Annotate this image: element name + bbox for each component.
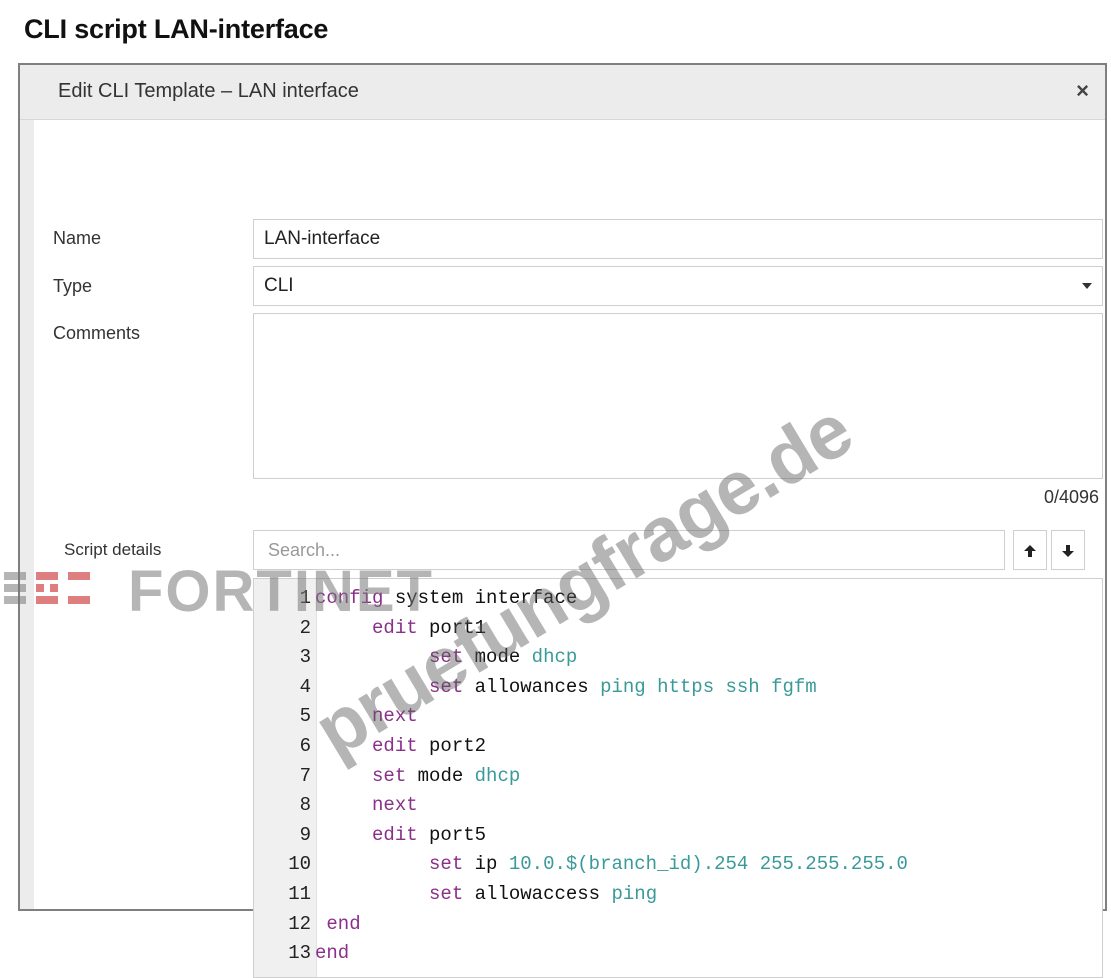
line-number: 6 — [299, 735, 311, 757]
line-number: 8 — [299, 794, 311, 817]
code-token: set — [372, 764, 407, 787]
code-token: system interface — [383, 587, 578, 609]
search-input[interactable]: Search... — [253, 530, 1005, 570]
code-token: ping — [611, 883, 658, 905]
code-text: set mode dhcp — [315, 765, 520, 787]
move-up-button[interactable] — [1013, 530, 1047, 570]
code-line: 11 set allowaccess ping — [254, 879, 657, 909]
code-token: set — [429, 853, 464, 876]
code-token: next — [372, 705, 418, 728]
name-label: Name — [53, 228, 102, 248]
code-token: port5 — [417, 823, 487, 846]
line-number: 1 — [299, 587, 311, 609]
line-number: 11 — [288, 883, 311, 905]
type-select-value: CLI — [264, 275, 294, 296]
script-editor[interactable]: 1 config system interface 2 edit port1 3 se… — [253, 578, 1103, 978]
code-token: port2 — [417, 735, 487, 757]
code-text: edit port1 — [315, 617, 486, 639]
dialog-title: Edit CLI Template – LAN interface — [58, 80, 359, 102]
page-title: CLI script LAN-interface — [24, 14, 329, 44]
code-token: config — [315, 587, 384, 609]
code-text: config system interface — [315, 587, 577, 609]
code-text: set allowances ping https ssh fgfm — [315, 676, 817, 698]
comments-label: Comments — [53, 323, 141, 343]
code-text: end — [315, 942, 349, 964]
line-number: 9 — [299, 823, 311, 846]
code-text: edit port5 — [315, 824, 486, 846]
dialog-body: Name LAN-interface Type CLI Comments 0/4… — [34, 120, 1105, 978]
code-line: 4 set allowances ping https ssh fgfm — [254, 672, 817, 702]
line-number: 7 — [299, 764, 311, 787]
code-line: 10 set ip 10.0.$(branch_id).254 255.255.… — [254, 849, 908, 879]
code-text: next — [315, 705, 418, 727]
code-token: set — [429, 675, 464, 698]
code-token: dhcp — [531, 646, 578, 669]
line-number: 5 — [299, 705, 311, 728]
code-text: set ip 10.0.$(branch_id).254 255.255.255… — [315, 853, 908, 875]
type-select[interactable]: CLI — [253, 266, 1103, 306]
code-token: 10.0.$(branch_id).254 255.255.255.0 — [508, 853, 908, 876]
code-token: ping https ssh fgfm — [600, 675, 817, 698]
line-number: 13 — [288, 942, 311, 965]
chevron-down-icon — [1082, 283, 1092, 289]
code-token: allowances — [463, 675, 601, 698]
comments-counter: 0/4096 — [1043, 487, 1099, 507]
code-token: set — [429, 646, 464, 669]
code-line: 7 set mode dhcp — [254, 761, 521, 791]
code-token: edit — [372, 823, 418, 846]
code-line: 13 end — [254, 938, 349, 968]
line-number: 4 — [299, 675, 311, 698]
code-text: next — [315, 794, 418, 816]
line-number: 2 — [299, 616, 311, 639]
code-line: 6 edit port2 — [254, 731, 486, 761]
close-icon[interactable]: × — [1076, 79, 1089, 103]
code-token: end — [326, 912, 361, 935]
code-line: 12 end — [254, 909, 361, 939]
code-text: set allowaccess ping — [315, 883, 657, 905]
move-down-button[interactable] — [1051, 530, 1085, 570]
code-token: edit — [372, 735, 418, 757]
code-token: mode — [463, 646, 532, 669]
code-token: set — [429, 883, 464, 905]
comments-textarea[interactable] — [253, 313, 1103, 479]
dialog-header: Edit CLI Template – LAN interface × — [20, 65, 1105, 120]
type-label: Type — [53, 276, 93, 296]
code-line: 8 next — [254, 790, 418, 820]
code-text: set mode dhcp — [315, 646, 577, 668]
code-line: 1 config system interface — [254, 583, 578, 613]
code-line: 3 set mode dhcp — [254, 642, 578, 672]
arrow-up-icon — [1024, 545, 1036, 557]
code-token: port1 — [417, 616, 487, 639]
line-number: 12 — [288, 912, 311, 935]
code-line: 2 edit port1 — [254, 613, 486, 643]
line-number: 10 — [288, 853, 311, 876]
name-field[interactable]: LAN-interface — [253, 219, 1103, 259]
code-token: mode — [406, 764, 475, 787]
code-line: 9 edit port5 — [254, 820, 486, 850]
code-line: 5 next — [254, 701, 418, 731]
code-token: allowaccess — [463, 883, 612, 905]
code-token: end — [315, 942, 350, 965]
code-token: dhcp — [474, 764, 521, 787]
code-token: edit — [372, 616, 418, 639]
script-details-label: Script details — [64, 540, 162, 559]
edit-template-dialog: Edit CLI Template – LAN interface × Name… — [18, 63, 1107, 978]
code-text: edit port2 — [315, 735, 486, 757]
line-number: 3 — [299, 646, 311, 669]
arrow-down-icon — [1062, 545, 1074, 557]
code-token: ip — [463, 853, 509, 876]
code-token: next — [372, 794, 418, 817]
code-text: end — [315, 912, 361, 935]
